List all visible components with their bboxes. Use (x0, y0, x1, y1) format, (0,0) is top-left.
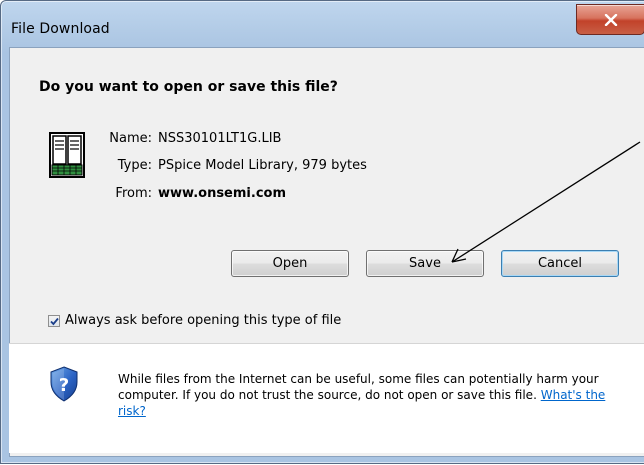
save-button[interactable]: Save (366, 250, 484, 277)
file-type-value: PSpice Model Library, 979 bytes (158, 158, 367, 173)
security-shield-question-icon: ? (49, 366, 79, 402)
file-name-value: NSS30101LT1G.LIB (158, 131, 282, 146)
always-ask-option[interactable]: Always ask before opening this type of f… (48, 313, 341, 328)
file-type-label: Type: (117, 158, 152, 173)
file-name-label: Name: (109, 131, 152, 146)
open-button[interactable]: Open (231, 250, 349, 277)
cancel-button[interactable]: Cancel (501, 250, 619, 277)
security-warning: While files from the Internet can be use… (118, 371, 633, 419)
close-button[interactable] (576, 4, 644, 35)
dialog-question: Do you want to open or save this file? (39, 79, 338, 95)
always-ask-checkbox[interactable] (48, 314, 60, 327)
checkmark-icon (50, 317, 59, 325)
svg-text:?: ? (59, 375, 69, 396)
always-ask-label: Always ask before opening this type of f… (65, 313, 342, 328)
warning-message: While files from the Internet can be use… (118, 372, 599, 402)
window-title: File Download (11, 21, 110, 37)
file-source-label: From: (115, 186, 152, 201)
close-icon (604, 13, 618, 26)
screen: File Download Do you want to open or sav… (0, 0, 644, 465)
file-source-value: www.onsemi.com (158, 186, 287, 201)
title-bar[interactable]: File Download (1, 1, 644, 47)
